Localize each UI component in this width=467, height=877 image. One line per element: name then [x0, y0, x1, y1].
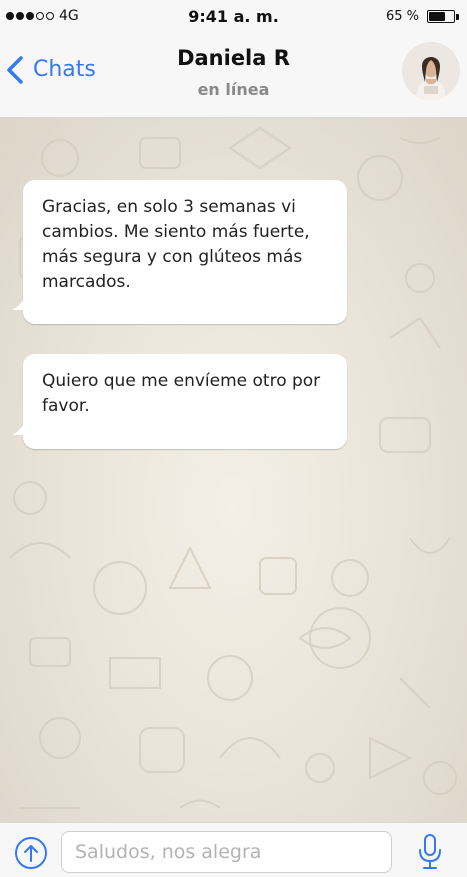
chat-area: Gracias, en solo 3 semanas vi cambios. M…: [0, 118, 467, 822]
avatar[interactable]: [402, 42, 460, 100]
contact-photo: [402, 42, 460, 100]
microphone-icon: [419, 834, 441, 869]
arrow-up-icon: [24, 845, 38, 862]
message-text: Quiero que me envíeme otro por favor.: [42, 371, 321, 416]
chat-header: Chats Daniela R en línea: [0, 34, 467, 118]
bubble-tail: [12, 421, 26, 435]
attach-button[interactable]: [15, 837, 47, 869]
message-text: Gracias, en solo 3 semanas vi cambios. M…: [42, 197, 310, 292]
contact-name[interactable]: Daniela R: [0, 46, 467, 70]
battery-tip: [456, 13, 459, 20]
message-bubble[interactable]: Gracias, en solo 3 semanas vi cambios. M…: [12, 180, 347, 324]
battery-level: [429, 12, 445, 21]
status-bar: 4G 9:41 a. m. 65 %: [0, 0, 467, 34]
battery-indicator: 65 %: [386, 9, 459, 24]
message-input[interactable]: [61, 831, 392, 873]
message-input-bar: [0, 822, 467, 877]
bubble-tail: [12, 296, 26, 310]
message-bubble[interactable]: Quiero que me envíeme otro por favor.: [12, 354, 347, 449]
contact-status: en línea: [197, 80, 270, 99]
microphone-button[interactable]: [417, 833, 443, 871]
battery-percent: 65 %: [385, 9, 419, 24]
battery-icon: [427, 10, 455, 23]
